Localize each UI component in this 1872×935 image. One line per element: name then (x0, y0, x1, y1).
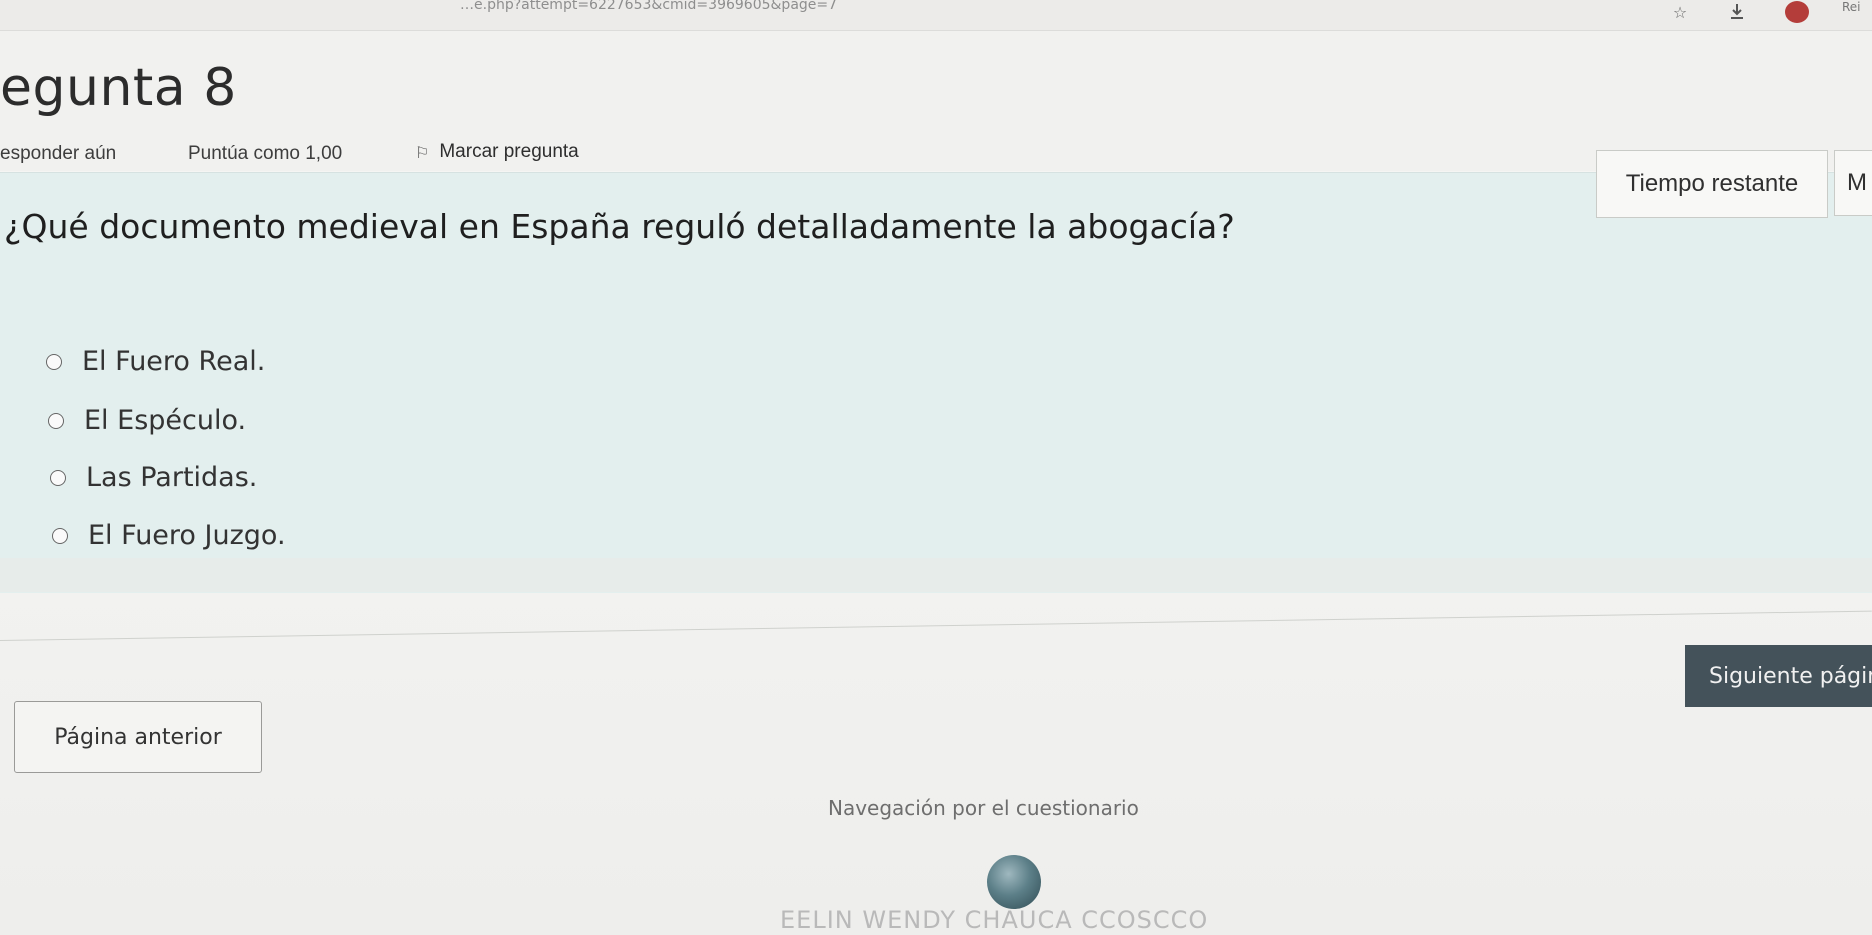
divider (0, 610, 1872, 641)
previous-page-button[interactable]: Página anterior (14, 701, 262, 773)
previous-page-label: Página anterior (54, 724, 222, 750)
timer-label: Tiempo restante (1625, 170, 1799, 197)
timer-value: M (1847, 169, 1867, 196)
question-title: egunta 8 (0, 58, 237, 118)
quiz-navigation-title: Navegación por el cuestionario (828, 796, 1139, 820)
flag-icon: ⚐ (415, 142, 430, 162)
download-icon-glyph (1731, 4, 1743, 19)
next-page-button[interactable]: Siguiente págin (1685, 645, 1872, 707)
answer-label: El Espéculo. (84, 405, 247, 436)
star-icon[interactable]: ☆ (1668, 0, 1692, 24)
question-status: esponder aún (0, 143, 117, 164)
radio-button[interactable] (50, 469, 66, 486)
answer-label: El Fuero Juzgo. (88, 520, 286, 551)
user-name: EELIN WENDY CHAUCA CCOSCCO (780, 906, 1209, 934)
answer-label: El Fuero Real. (82, 346, 266, 377)
flag-question-label: Marcar pregunta (439, 141, 579, 162)
question-card-footer (0, 558, 1872, 592)
browser-extra-label[interactable]: Rei (1842, 0, 1861, 14)
question-text: ¿Qué documento medieval en España reguló… (4, 207, 1235, 246)
browser-toolbar: …e.php?attempt=6227653&cmid=3969605&page… (0, 0, 1872, 31)
radio-button[interactable] (48, 412, 64, 429)
question-score: Puntúa como 1,00 (188, 143, 343, 164)
answer-label: Las Partidas. (86, 462, 258, 493)
timer-value-box: M (1834, 150, 1872, 216)
quiz-page: …e.php?attempt=6227653&cmid=3969605&page… (0, 0, 1872, 935)
user-avatar[interactable] (987, 855, 1041, 909)
answer-option[interactable]: Las Partidas. (50, 462, 257, 493)
radio-button[interactable] (52, 527, 68, 544)
next-page-label: Siguiente págin (1709, 663, 1872, 689)
flag-question-link[interactable]: ⚐ Marcar pregunta (415, 141, 579, 163)
answer-option[interactable]: El Fuero Real. (46, 346, 265, 377)
profile-avatar[interactable] (1785, 1, 1809, 23)
download-icon[interactable] (1725, 0, 1749, 24)
answer-option[interactable]: El Fuero Juzgo. (52, 520, 286, 551)
address-bar-url[interactable]: …e.php?attempt=6227653&cmid=3969605&page… (460, 0, 837, 14)
timer-box: Tiempo restante (1596, 150, 1828, 218)
answer-option[interactable]: El Espéculo. (48, 405, 246, 436)
radio-button[interactable] (46, 353, 62, 370)
